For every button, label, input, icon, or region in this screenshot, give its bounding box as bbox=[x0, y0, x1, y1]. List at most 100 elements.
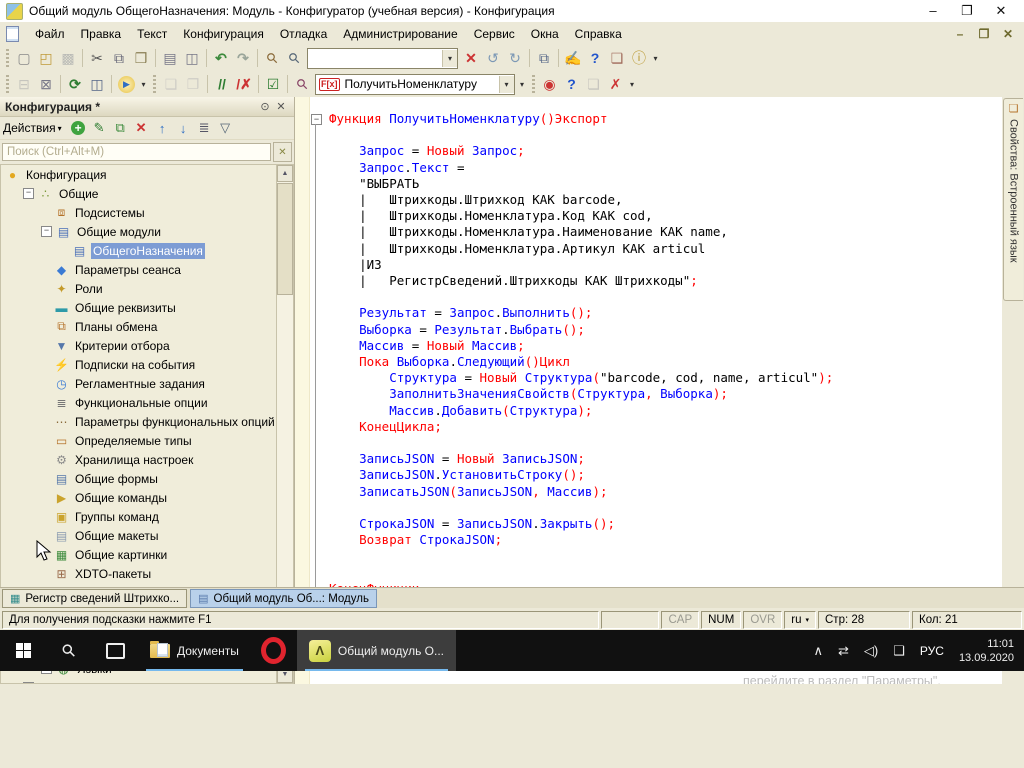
actions-menu[interactable]: Действия bbox=[3, 121, 56, 135]
menu-item-3[interactable]: Конфигурация bbox=[175, 25, 272, 43]
tree-item[interactable]: ▤Общие макеты bbox=[1, 526, 277, 545]
tree-item[interactable]: ▭Определяемые типы bbox=[1, 431, 277, 450]
update-db-config-icon[interactable]: ⟳ bbox=[64, 74, 86, 94]
menu-item-0[interactable]: Файл bbox=[27, 25, 73, 43]
menu-item-7[interactable]: Окна bbox=[523, 25, 567, 43]
cut-icon[interactable]: ✂ bbox=[86, 48, 108, 68]
print-preview-icon[interactable]: ◫ bbox=[181, 48, 203, 68]
panel-close-icon[interactable]: ✕ bbox=[273, 100, 289, 113]
close-button[interactable]: ✕ bbox=[984, 3, 1018, 19]
start-button[interactable] bbox=[0, 630, 46, 671]
tree-item[interactable]: ⚙Хранилища настроек bbox=[1, 450, 277, 469]
actions-delete-icon[interactable]: ✕ bbox=[131, 119, 152, 137]
search-dropdown-icon[interactable]: ▾ bbox=[442, 50, 457, 67]
undo-icon[interactable]: ↶ bbox=[210, 48, 232, 68]
actions-moveup-icon[interactable]: ↑ bbox=[152, 119, 173, 137]
minimize-button[interactable]: – bbox=[916, 3, 950, 19]
copy-icon[interactable]: ⧉ bbox=[108, 48, 130, 68]
actions-filter-icon[interactable]: ▽ bbox=[215, 119, 236, 137]
tree-item[interactable]: ⋯Параметры функциональных опций bbox=[1, 412, 277, 431]
num-lock-indicator[interactable]: NUM bbox=[701, 611, 741, 629]
tree-item[interactable]: ◷Регламентные задания bbox=[1, 374, 277, 393]
scrollbar-thumb[interactable] bbox=[277, 183, 293, 295]
toolbar-overflow-icon[interactable]: ▾ bbox=[517, 80, 528, 89]
taskbar-opera-button[interactable] bbox=[251, 630, 297, 671]
save-icon[interactable]: ▩ bbox=[57, 48, 79, 68]
restore-button[interactable]: ❐ bbox=[950, 3, 984, 19]
tree-item[interactable]: ▦Общие картинки bbox=[1, 545, 277, 564]
actions-movedown-icon[interactable]: ↓ bbox=[173, 119, 194, 137]
task-view-button[interactable] bbox=[92, 630, 138, 671]
tree-item[interactable]: −∴Общие bbox=[1, 184, 277, 203]
scroll-up-icon[interactable]: ▲ bbox=[277, 165, 293, 182]
tree-item[interactable]: ●Конфигурация bbox=[1, 165, 277, 184]
window-tab[interactable]: ▦Регистр сведений Штрихко... bbox=[2, 589, 187, 608]
window-tab[interactable]: ▤Общий модуль Об...: Модуль bbox=[190, 589, 377, 608]
search-icon[interactable]: ⚲ bbox=[279, 43, 309, 73]
menu-item-1[interactable]: Правка bbox=[73, 25, 130, 43]
info-icon[interactable]: ⓘ bbox=[628, 48, 650, 68]
tree-search-input[interactable] bbox=[2, 143, 271, 161]
mdi-minimize-button[interactable]: – bbox=[948, 27, 972, 41]
db-table-icon[interactable]: ◫ bbox=[86, 74, 108, 94]
toolbar-overflow-icon[interactable]: ▾ bbox=[138, 80, 149, 89]
menu-item-2[interactable]: Текст bbox=[129, 25, 175, 43]
add-comment-icon[interactable]: // bbox=[211, 74, 233, 94]
action-center-icon[interactable]: ❑ bbox=[893, 643, 905, 659]
toolbar-overflow-icon[interactable]: ▾ bbox=[627, 80, 638, 89]
menu-item-5[interactable]: Администрирование bbox=[335, 25, 465, 43]
toolbar-overflow-icon[interactable]: ▾ bbox=[650, 54, 661, 63]
windows-list-icon[interactable]: ⧉ bbox=[533, 48, 555, 68]
actions-edit-icon[interactable]: ✎ bbox=[89, 119, 110, 137]
start-debug-icon[interactable]: ▶ bbox=[118, 76, 135, 93]
mdi-restore-button[interactable]: ❐ bbox=[972, 27, 996, 41]
plus-expander-icon[interactable]: + bbox=[23, 682, 34, 684]
tree-item[interactable]: +▦Константы bbox=[1, 678, 277, 684]
volume-icon[interactable]: ◁) bbox=[864, 643, 878, 659]
tree-item[interactable]: ◆Параметры сеанса bbox=[1, 260, 277, 279]
bookmark-clear-icon[interactable]: ✗ bbox=[605, 74, 627, 94]
tree-item[interactable]: −▤Общие модули bbox=[1, 222, 277, 241]
menu-item-6[interactable]: Сервис bbox=[466, 25, 523, 43]
tree-item[interactable]: ⚡Подписки на события bbox=[1, 355, 277, 374]
print-icon[interactable]: ▤ bbox=[159, 48, 181, 68]
check-module-icon[interactable]: ☑ bbox=[262, 74, 284, 94]
paste-icon[interactable]: ❒ bbox=[130, 48, 152, 68]
menu-item-8[interactable]: Справка bbox=[567, 25, 630, 43]
bookmark-next-icon[interactable]: ? bbox=[561, 74, 583, 94]
properties-tab[interactable]: ❏ Свойства: Встроенный язык bbox=[1003, 98, 1023, 301]
clear-search-icon[interactable]: ✕ bbox=[460, 48, 482, 68]
remove-comment-icon[interactable]: /✗ bbox=[233, 74, 255, 94]
tree-item[interactable]: ▤ОбщегоНазначения bbox=[1, 241, 277, 260]
taskbar-clock[interactable]: 11:01 13.09.2020 bbox=[959, 637, 1014, 665]
caps-lock-indicator[interactable]: CAP bbox=[661, 611, 699, 629]
syntax-assistant-icon[interactable]: ✍ bbox=[562, 48, 584, 68]
actions-dropdown-icon[interactable]: ▾ bbox=[58, 124, 62, 133]
tree-item[interactable]: ▣Группы команд bbox=[1, 507, 277, 526]
search-prev-icon[interactable]: ↺ bbox=[482, 48, 504, 68]
taskbar-1c-button[interactable]: Λ Общий модуль О... bbox=[297, 630, 456, 671]
actions-sort-icon[interactable]: ≣ bbox=[194, 119, 215, 137]
actions-copy-icon[interactable]: ⧉ bbox=[110, 119, 131, 137]
tree-item[interactable]: ▼Критерии отбора bbox=[1, 336, 277, 355]
procedures-functions-icon[interactable]: ⚲ bbox=[287, 69, 317, 99]
open-icon[interactable]: ◰ bbox=[35, 48, 57, 68]
template-save-icon[interactable]: ❏ bbox=[160, 74, 182, 94]
new-document-icon[interactable]: ▢ bbox=[13, 48, 35, 68]
tree-item[interactable]: ⧉Планы обмена bbox=[1, 317, 277, 336]
redo-icon[interactable]: ↷ bbox=[232, 48, 254, 68]
minus-expander-icon[interactable]: − bbox=[41, 226, 52, 237]
overwrite-indicator[interactable]: OVR bbox=[743, 611, 782, 629]
procedure-combo-value[interactable]: ПолучитьНоменклатуру bbox=[343, 77, 499, 91]
tree-item[interactable]: ▶Общие команды bbox=[1, 488, 277, 507]
help-contents-icon[interactable]: ❏ bbox=[606, 48, 628, 68]
taskbar-search-button[interactable]: ⚲ bbox=[46, 630, 92, 671]
input-language-indicator[interactable]: РУС bbox=[920, 644, 944, 658]
search-next-icon[interactable]: ↻ bbox=[504, 48, 526, 68]
tree-item[interactable]: ≣Функциональные опции bbox=[1, 393, 277, 412]
tree-item[interactable]: ✦Роли bbox=[1, 279, 277, 298]
quick-search-input[interactable] bbox=[308, 51, 442, 66]
tree-item[interactable]: ▬Общие реквизиты bbox=[1, 298, 277, 317]
mdi-close-button[interactable]: ✕ bbox=[996, 27, 1020, 41]
minus-expander-icon[interactable]: − bbox=[23, 188, 34, 199]
